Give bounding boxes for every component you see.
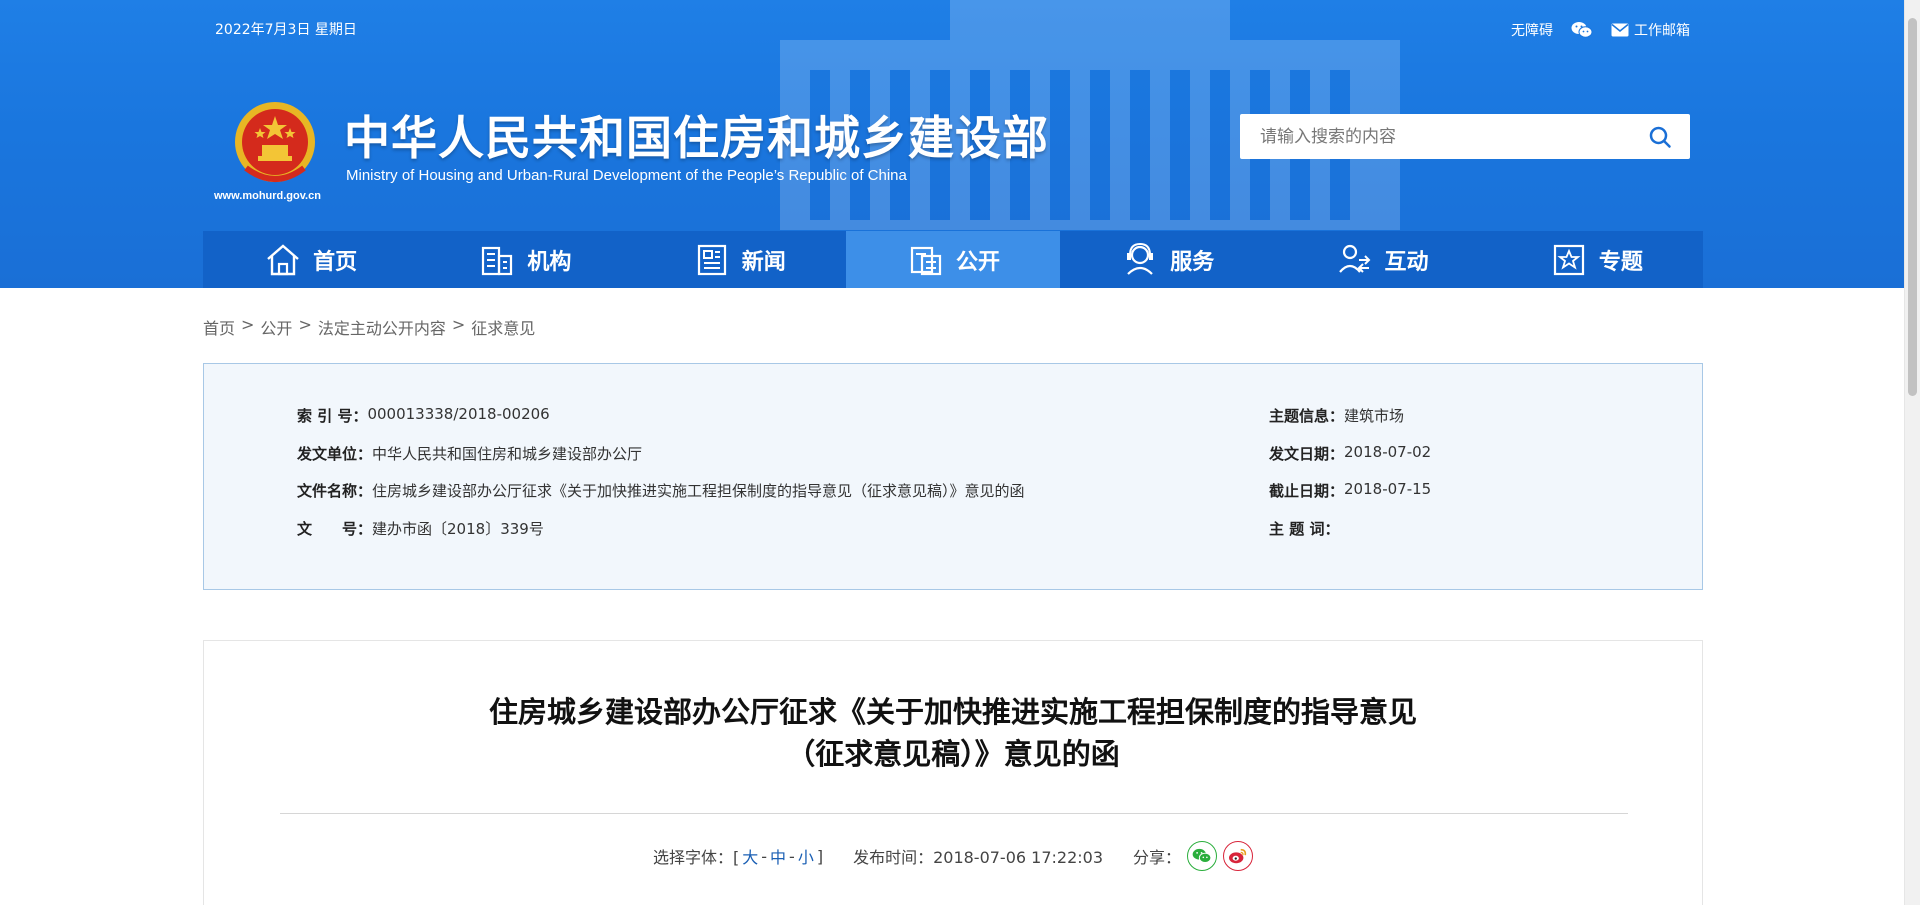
nav-item-open[interactable]: 公开: [845, 231, 1061, 288]
search-input[interactable]: [1240, 114, 1630, 159]
font-small-button[interactable]: 小: [795, 844, 817, 868]
font-select-label: 选择字体：[: [652, 848, 740, 867]
page: 2022年7月3日 星期日 无障碍 工作邮箱 www.mohurd.gov.cn…: [0, 0, 1920, 905]
wechat-icon: [1192, 848, 1212, 863]
article-title: 住房城乡建设部办公厅征求《关于加快推进实施工程担保制度的指导意见 （征求意见稿）…: [204, 691, 1702, 775]
breadcrumb-separator: >: [451, 315, 466, 334]
info-label: 主 题 词：: [1269, 520, 1340, 538]
info-value: 000013338/2018-00206: [367, 405, 550, 423]
info-name-row: 文件名称： 住房城乡建设部办公厅征求《关于加快推进实施工程担保制度的指导意见（征…: [297, 480, 1025, 501]
nav-item-news[interactable]: 新闻: [632, 231, 846, 288]
publish-time: 发布时间：2018-07-06 17:22:03: [853, 848, 1104, 867]
nav-label: 互动: [1384, 249, 1429, 275]
home-icon: [267, 243, 299, 275]
document-info-box: 索 引 号： 000013338/2018-00206 发文单位： 中华人民共和…: [203, 363, 1703, 590]
site-title[interactable]: 中华人民共和国住房和城乡建设部: [344, 102, 1049, 168]
news-icon: [697, 244, 726, 275]
breadcrumb: 首页 > 公开 > 法定主动公开内容 > 征求意见: [203, 315, 535, 339]
info-deadline-row: 截止日期： 2018-07-15: [1269, 480, 1431, 501]
breadcrumb-separator: >: [241, 315, 255, 334]
site-url: www.mohurd.gov.cn: [214, 190, 321, 202]
share-label: 分享：: [1133, 848, 1182, 867]
nav-item-home[interactable]: 首页: [203, 231, 417, 288]
info-value: 建筑市场: [1344, 407, 1405, 425]
article-title-line: （征求意见稿）》意见的函: [786, 737, 1120, 771]
info-value: 2018-07-02: [1344, 443, 1432, 461]
current-date: 2022年7月3日 星期日: [215, 22, 357, 38]
nav-label: 首页: [313, 249, 358, 275]
nav-label: 专题: [1598, 249, 1643, 275]
font-select-close: ]: [816, 846, 824, 866]
info-label: 截止日期：: [1269, 482, 1345, 500]
mail-icon: [1611, 23, 1629, 37]
wechat-link[interactable]: [1571, 21, 1593, 39]
search-icon: [1649, 126, 1671, 148]
search-bar: [1240, 114, 1690, 159]
share-weibo-button[interactable]: [1223, 841, 1254, 871]
info-label: 主题信息：: [1269, 407, 1345, 425]
nav-item-topic[interactable]: 专题: [1489, 231, 1703, 288]
topic-icon: [1553, 244, 1584, 275]
site-subtitle: Ministry of Housing and Urban-Rural Deve…: [346, 167, 907, 184]
nav-item-interact[interactable]: 互动: [1274, 231, 1488, 288]
font-large-button[interactable]: 大: [739, 844, 761, 868]
info-index-row: 索 引 号： 000013338/2018-00206: [297, 405, 550, 426]
info-label: 发文单位：: [297, 445, 373, 463]
info-date-row: 发文日期： 2018-07-02: [1269, 443, 1431, 464]
nav-item-organization[interactable]: 机构: [417, 231, 631, 288]
service-icon: [1127, 242, 1154, 275]
nav-label: 服务: [1170, 249, 1215, 275]
page-scrollbar[interactable]: [1904, 0, 1920, 905]
top-links: 无障碍 工作邮箱: [1511, 20, 1690, 40]
info-doc-number-row: 文 号： 建办市函〔2018〕339号: [297, 518, 544, 539]
breadcrumb-statutory[interactable]: 法定主动公开内容: [318, 315, 446, 339]
scrollbar-thumb[interactable]: [1908, 18, 1917, 396]
nav-label: 机构: [527, 249, 572, 275]
info-label: 文件名称：: [297, 482, 373, 500]
font-medium-button[interactable]: 中: [767, 844, 789, 868]
info-label: 发文日期：: [1269, 445, 1345, 463]
breadcrumb-separator: >: [298, 315, 312, 334]
share-wechat-button[interactable]: [1187, 841, 1218, 871]
accessibility-link[interactable]: 无障碍: [1511, 20, 1553, 40]
article-panel: 住房城乡建设部办公厅征求《关于加快推进实施工程担保制度的指导意见 （征求意见稿）…: [203, 640, 1703, 905]
breadcrumb-open[interactable]: 公开: [260, 315, 292, 339]
info-value: 中华人民共和国住房和城乡建设部办公厅: [372, 445, 643, 463]
breadcrumb-home[interactable]: 首页: [203, 315, 235, 339]
mail-link[interactable]: 工作邮箱: [1611, 20, 1690, 40]
nav-label: 新闻: [741, 249, 786, 275]
article-meta: 选择字体：[ 大 - 中 - 小 ] 发布时间：2018-07-06 17:22…: [204, 841, 1702, 871]
info-value: 建办市函〔2018〕339号: [372, 520, 544, 538]
breadcrumb-consultation[interactable]: 征求意见: [471, 315, 535, 339]
mail-label: 工作邮箱: [1634, 23, 1690, 39]
nav-item-service[interactable]: 服务: [1060, 231, 1274, 288]
wechat-icon: [1571, 22, 1593, 38]
info-label: 索 引 号：: [297, 407, 368, 425]
info-topic-row: 主题信息： 建筑市场: [1269, 405, 1404, 426]
info-value: 住房城乡建设部办公厅征求《关于加快推进实施工程担保制度的指导意见（征求意见稿）》…: [372, 482, 1025, 500]
nav-label: 公开: [955, 249, 1000, 275]
article-title-line: 住房城乡建设部办公厅征求《关于加快推进实施工程担保制度的指导意见: [488, 695, 1417, 729]
info-unit-row: 发文单位： 中华人民共和国住房和城乡建设部办公厅: [297, 443, 642, 464]
main-nav: 首页 机构 新闻 公开 服务 互动 专题: [203, 231, 1703, 288]
national-emblem-logo[interactable]: [232, 98, 318, 188]
interact-icon: [1338, 244, 1370, 273]
open-icon: [910, 246, 942, 275]
title-divider: [280, 813, 1628, 814]
search-button[interactable]: [1630, 114, 1690, 159]
info-label: 文 号：: [297, 520, 373, 538]
building-icon: [482, 246, 513, 275]
site-header: 2022年7月3日 星期日 无障碍 工作邮箱 www.mohurd.gov.cn…: [0, 0, 1904, 288]
info-value: 2018-07-15: [1344, 480, 1432, 498]
weibo-icon: [1229, 848, 1247, 864]
info-keyword-row: 主 题 词：: [1269, 518, 1339, 539]
